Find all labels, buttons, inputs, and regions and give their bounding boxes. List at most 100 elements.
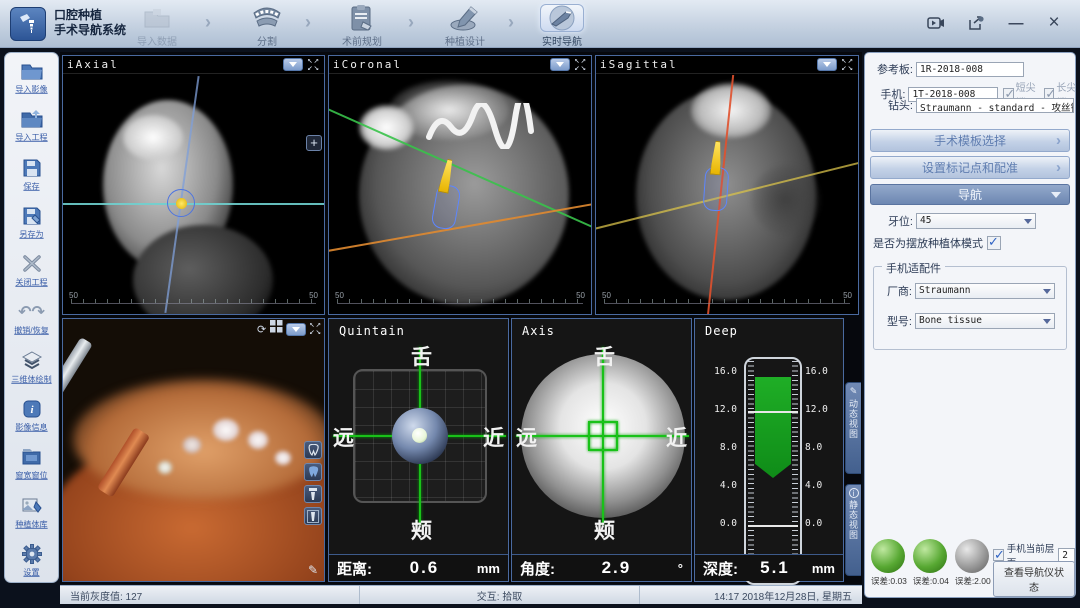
tab-dynamic-view[interactable]: ✎ 动态视图 — [845, 382, 861, 474]
axial-ct-image[interactable]: 50 50 + — [63, 75, 324, 314]
save-as-icon — [5, 204, 58, 228]
label-buccal: 颊 — [411, 515, 432, 545]
view-axial-title: iAxial — [67, 58, 119, 71]
drill-input[interactable]: Straumann - standard - 攻丝钻 TE-BL - Φ3. — [916, 98, 1074, 113]
tooth-position-label: 牙位: — [871, 213, 913, 229]
view-3d[interactable]: ✎ ⟳ ↖↗↙↘ — [62, 318, 325, 582]
expand-view-icon[interactable]: ↖↗↙↘ — [309, 322, 322, 336]
model-label: 型号: — [880, 313, 912, 329]
tab-static-view[interactable]: i 静态视图 — [845, 484, 861, 576]
depth-readout: 深度: 5.1 mm — [695, 554, 843, 581]
navigation-settings-panel: 参考板: 1R-2018-008 手机: 1T-2018-008 短尖端 长尖端… — [864, 52, 1076, 598]
implant-library-icon — [5, 494, 58, 518]
label-lingual: 舌 — [594, 341, 615, 371]
preop-planning-icon — [340, 4, 384, 32]
vendor-select[interactable]: Straumann — [915, 283, 1055, 299]
chevron-icon: › — [305, 12, 311, 33]
drill-label: 钻头: — [871, 97, 913, 113]
step-preop-planning[interactable]: 术前规划 — [320, 4, 404, 48]
grid-layout-icon[interactable] — [270, 320, 283, 338]
app-logo-icon — [10, 7, 46, 41]
step-segmentation[interactable]: 分割 — [225, 4, 309, 48]
label-buccal: 颊 — [594, 515, 615, 545]
image-info-icon: i — [5, 397, 58, 421]
error-indicator-3: 误差:2.00 — [955, 539, 991, 587]
model-select[interactable]: Bone tissue — [915, 313, 1055, 329]
reference-plate-input[interactable]: 1R-2018-008 — [916, 62, 1024, 77]
tooth-position-select[interactable]: 45 — [916, 213, 1036, 229]
vendor-label: 厂商: — [880, 283, 912, 299]
expand-view-icon[interactable]: ↖↗↙↘ — [841, 58, 854, 72]
view-axial-header: iAxial ↖↗↙↘ — [63, 56, 324, 74]
chevron-icon: › — [408, 12, 414, 33]
view-menu-button[interactable] — [817, 58, 837, 71]
reference-plate-label: 参考板: — [871, 61, 913, 77]
surgical-template-button[interactable]: 手术模板选择 › — [870, 129, 1070, 152]
expand-view-icon[interactable]: ↖↗↙↘ — [307, 58, 320, 72]
gray-value-status: 当前灰度值: 127 — [60, 586, 360, 604]
show-crown-button[interactable] — [304, 463, 322, 481]
show-implant-button[interactable] — [304, 485, 322, 503]
top-toolbar: 口腔种植 手术导航系统 导入数据 › 分割 › 术前规划 › 种植设计 › 实时… — [0, 0, 1080, 48]
sidebar-item-save-as[interactable]: 另存为 — [5, 204, 58, 240]
interaction-status: 交互: 拾取 — [360, 586, 640, 604]
step-realtime-navigation[interactable]: 实时导航 — [520, 4, 604, 48]
chevron-icon: › — [205, 12, 211, 33]
sagittal-ct-image[interactable]: 50 50 — [596, 75, 858, 314]
label-distal: 远 — [333, 422, 354, 452]
show-implant-bone-button[interactable] — [304, 507, 322, 525]
status-bar: 当前灰度值: 127 交互: 拾取 14:17 2018年12月28日, 星期五 — [60, 585, 862, 604]
annotate-pencil-icon[interactable]: ✎ — [308, 563, 318, 577]
adapter-group-title: 手机适配件 — [882, 260, 945, 276]
placement-mode-checkbox[interactable] — [987, 236, 1001, 250]
export-button[interactable] — [964, 12, 988, 34]
zoom-plus-button[interactable]: + — [306, 135, 322, 151]
navigator-status-button[interactable]: 查看导航仪状态 — [993, 561, 1075, 597]
current-layer-checkbox[interactable] — [993, 549, 1004, 561]
segmentation-icon — [245, 4, 289, 32]
sidebar-item-close-project[interactable]: 关闭工程 — [5, 252, 58, 288]
record-video-button[interactable] — [924, 12, 948, 34]
label-mesial: 近 — [483, 422, 504, 452]
sidebar-item-save[interactable]: 保存 — [5, 156, 58, 192]
expand-view-icon[interactable]: ↖↗↙↘ — [574, 58, 587, 72]
sagittal-scale-ruler — [604, 299, 850, 304]
settings-gear-icon — [5, 542, 58, 566]
sidebar-item-volume-render[interactable]: 三维体绘制 — [5, 349, 58, 385]
view-coronal-header: iCoronal ↖↗↙↘ — [329, 56, 591, 74]
sidebar-item-implant-library[interactable]: 种植体库 — [5, 494, 58, 530]
volume-render-scene[interactable]: ✎ — [63, 319, 324, 581]
sidebar-item-import-project[interactable]: 导入工程 — [5, 107, 58, 143]
handpiece-adapter-group: 手机适配件 厂商: Straumann 型号: Bone tissue — [873, 266, 1067, 350]
coronal-ct-image[interactable]: 50 50 — [329, 75, 591, 314]
step-import-data[interactable]: 导入数据 — [115, 4, 199, 48]
save-icon — [5, 156, 58, 180]
navigation-section-header[interactable]: 导航 — [870, 184, 1070, 205]
error-indicator-1: 误差:0.03 — [871, 539, 907, 587]
chevron-down-icon — [1051, 192, 1061, 198]
markers-registration-button[interactable]: 设置标记点和配准 › — [870, 156, 1070, 179]
step-implant-design[interactable]: 种植设计 — [423, 4, 507, 48]
left-toolbar: 导入影像 导入工程 保存 另存为 关闭工程 ↶↷ 撤销/恢复 三维体绘制 i 影… — [4, 52, 59, 583]
show-tooth-button[interactable] — [304, 441, 322, 459]
minimize-button[interactable]: — — [1004, 12, 1028, 34]
close-button[interactable]: × — [1042, 12, 1066, 34]
view-sagittal[interactable]: iSagittal ↖↗↙↘ 50 50 — [595, 55, 859, 315]
sidebar-item-undo-redo[interactable]: ↶↷ 撤销/恢复 — [5, 300, 58, 336]
import-image-icon — [5, 59, 58, 83]
sidebar-item-image-info[interactable]: i 影像信息 — [5, 397, 58, 433]
angle-readout: 角度: 2.9 ° — [512, 554, 691, 581]
view-menu-button[interactable] — [286, 323, 306, 336]
quintain-title: Quintain — [329, 319, 508, 338]
view-menu-button[interactable] — [283, 58, 303, 71]
sidebar-item-import-image[interactable]: 导入影像 — [5, 59, 58, 95]
sidebar-item-settings[interactable]: 设置 — [5, 542, 58, 578]
view-sagittal-title: iSagittal — [600, 58, 678, 71]
rotate-3d-icon[interactable]: ⟳ — [257, 324, 267, 335]
view-axial[interactable]: iAxial ↖↗↙↘ 50 50 + — [62, 55, 325, 315]
view-coronal[interactable]: iCoronal ↖↗↙↘ 50 50 — [328, 55, 592, 315]
view-menu-button[interactable] — [550, 58, 570, 71]
sidebar-item-window-level[interactable]: 窗宽窗位 — [5, 445, 58, 481]
axis-target-square — [588, 421, 618, 451]
import-data-icon — [135, 4, 179, 32]
